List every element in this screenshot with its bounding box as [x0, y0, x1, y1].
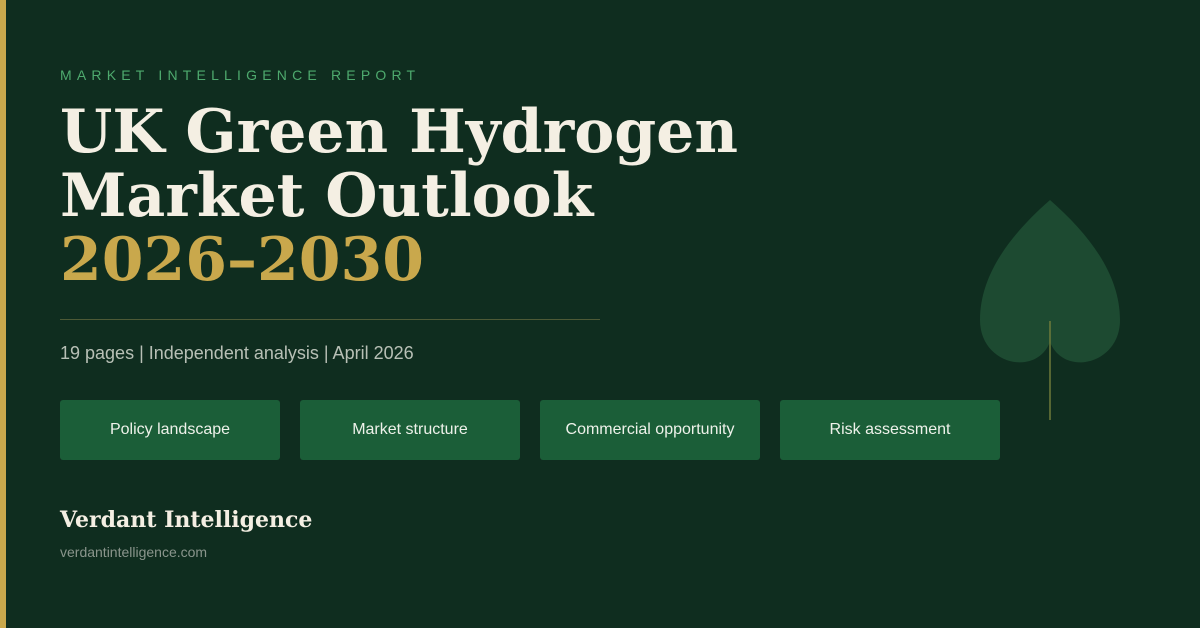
publisher-website: verdantintelligence.com	[60, 544, 208, 560]
report-meta: 19 pages | Independent analysis | April …	[60, 343, 414, 363]
leaf-icon	[980, 200, 1120, 420]
topic-pill-policy-landscape: Policy landscape	[60, 400, 280, 460]
topic-pills: Policy landscape Market structure Commer…	[60, 400, 1000, 460]
title-line-1: UK Green Hydrogen	[60, 97, 738, 167]
publisher-name: Verdant Intelligence	[60, 507, 313, 533]
report-title: UK Green Hydrogen Market Outlook 2026–20…	[60, 100, 738, 292]
topic-pill-commercial-opportunity: Commercial opportunity	[540, 400, 760, 460]
title-years: 2026–2030	[60, 225, 424, 295]
gold-accent-bar	[0, 0, 6, 628]
topic-pill-market-structure: Market structure	[300, 400, 520, 460]
divider	[60, 319, 600, 320]
title-line-2: Market Outlook	[60, 161, 594, 231]
topic-pill-risk-assessment: Risk assessment	[780, 400, 1000, 460]
report-eyebrow: MARKET INTELLIGENCE REPORT	[60, 67, 421, 83]
